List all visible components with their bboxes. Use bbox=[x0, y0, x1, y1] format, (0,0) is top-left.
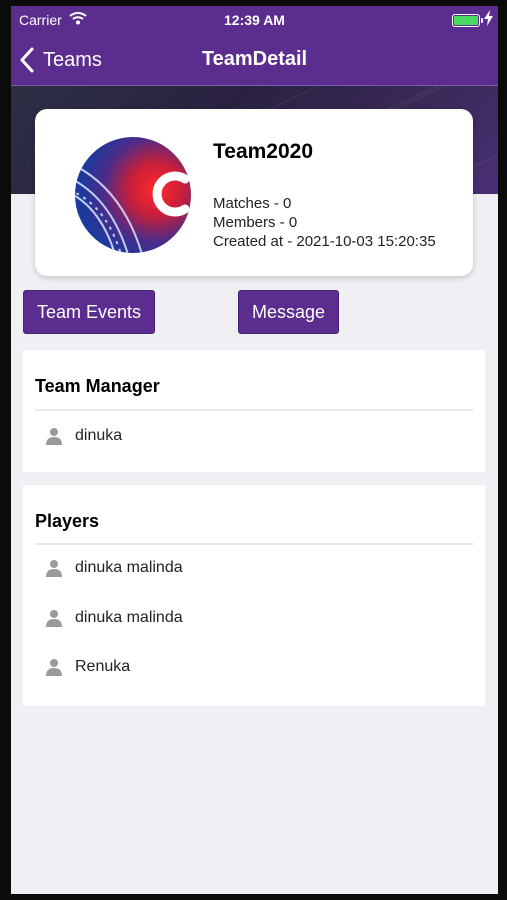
charging-icon bbox=[484, 10, 493, 26]
players-section: Players dinuka malinda dinuka malinda Re… bbox=[23, 485, 485, 706]
team-name: Team2020 bbox=[213, 140, 314, 163]
navigation-bar: Teams TeamDetail bbox=[11, 36, 498, 86]
page-title: TeamDetail bbox=[201, 48, 308, 70]
player-row[interactable]: Renuka bbox=[35, 652, 473, 682]
team-manager-section: Team Manager dinuka bbox=[23, 350, 485, 472]
divider bbox=[35, 543, 473, 545]
team-info-card: Team2020 Matches - 0 Members - 0 Created… bbox=[35, 109, 473, 276]
message-button[interactable]: Message bbox=[238, 290, 339, 334]
player-name: dinuka malinda bbox=[75, 609, 183, 626]
team-logo bbox=[75, 137, 191, 253]
divider bbox=[35, 409, 473, 411]
section-title-players: Players bbox=[35, 511, 100, 531]
person-icon bbox=[46, 560, 62, 577]
team-events-button[interactable]: Team Events bbox=[23, 290, 155, 334]
player-row[interactable]: dinuka malinda bbox=[35, 553, 473, 583]
app-screen: Carrier 12:39 AM Teams TeamDetail Team20… bbox=[11, 6, 498, 894]
clock: 12:39 AM bbox=[224, 12, 285, 28]
player-row[interactable]: dinuka malinda bbox=[35, 603, 473, 633]
section-title-manager: Team Manager bbox=[35, 376, 160, 396]
manager-row[interactable]: dinuka bbox=[35, 421, 473, 451]
person-icon bbox=[46, 428, 62, 445]
members-count: Members - 0 bbox=[213, 214, 298, 231]
player-name: dinuka malinda bbox=[75, 559, 183, 576]
status-bar: Carrier 12:39 AM bbox=[11, 6, 498, 36]
person-icon bbox=[46, 610, 62, 627]
battery-icon bbox=[452, 14, 483, 27]
created-at: Created at - 2021-10-03 15:20:35 bbox=[213, 233, 436, 250]
player-name: Renuka bbox=[75, 658, 131, 675]
matches-count: Matches - 0 bbox=[213, 195, 292, 212]
manager-name: dinuka bbox=[75, 427, 123, 444]
person-icon bbox=[46, 659, 62, 676]
